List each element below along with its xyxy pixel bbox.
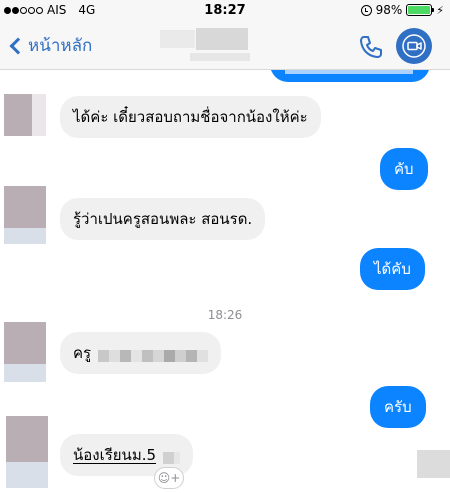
status-bar: AIS 4G 18:27 98% ⚡ (0, 0, 450, 22)
message-text: ครู (73, 344, 92, 362)
contact-status-redacted (190, 53, 250, 61)
message-thread[interactable]: ได้ค่ะ เดี๋ยวสอบถามชื่อจากน้องให้ค่ะ คับ… (0, 70, 450, 493)
chevron-left-icon (9, 37, 27, 54)
back-label: หน้าหลัก (28, 36, 93, 56)
contact-name-redacted (160, 30, 195, 48)
message-timestamp: 18:26 (207, 308, 243, 322)
navigation-bar: หน้าหลัก (0, 22, 450, 70)
incoming-message[interactable]: ได้ค่ะ เดี๋ยวสอบถามชื่อจากน้องให้ค่ะ (60, 96, 321, 138)
phone-icon[interactable] (358, 34, 384, 60)
redacted-text (162, 450, 180, 464)
battery-icon (406, 4, 435, 16)
rotation-lock-icon (360, 4, 372, 16)
redacted-text (97, 348, 208, 362)
avatar[interactable] (4, 322, 46, 382)
smiley-add-icon[interactable]: ☺+ (154, 467, 184, 489)
incoming-message[interactable]: ครู (60, 332, 221, 374)
outgoing-message[interactable]: คับ (380, 148, 428, 190)
avatar[interactable] (4, 186, 46, 244)
redacted-area (417, 450, 450, 478)
message-text: น้องเรียนม.5 (73, 446, 157, 464)
battery-area: 98% ⚡ (360, 3, 444, 17)
charging-icon: ⚡ (436, 3, 444, 17)
outgoing-message[interactable]: ได้คับ (360, 248, 425, 290)
incoming-message[interactable]: รู้ว่าเปนครูสอนพละ สอนรด. (60, 198, 266, 240)
avatar[interactable] (4, 94, 46, 136)
video-camera-icon[interactable] (396, 28, 432, 64)
avatar[interactable] (6, 416, 48, 488)
battery-percentage: 98% (375, 3, 403, 17)
outgoing-message[interactable]: ครับ (370, 386, 426, 428)
contact-name-redacted-block (196, 28, 248, 50)
back-button[interactable]: หน้าหลัก (8, 32, 92, 59)
message-text-redacted (285, 70, 413, 74)
